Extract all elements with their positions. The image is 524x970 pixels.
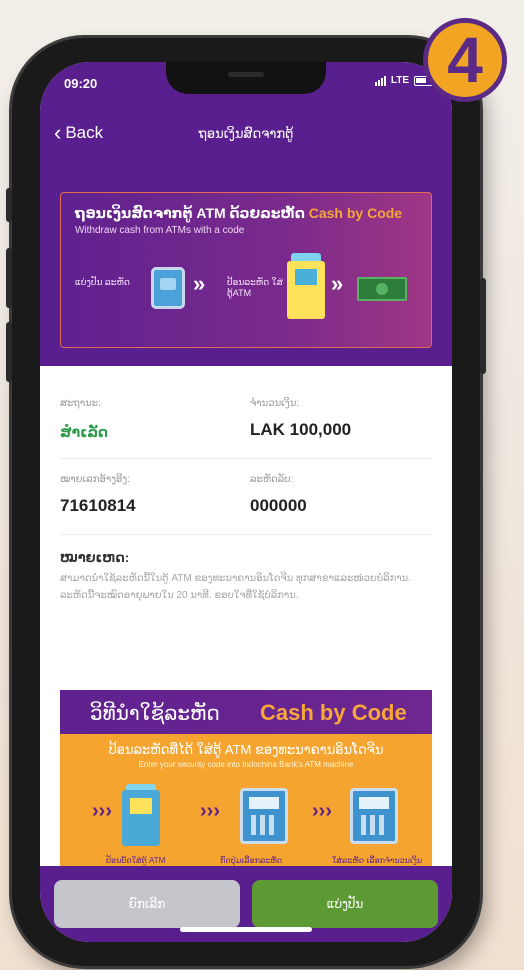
double-chevron-right-icon: » xyxy=(331,271,344,296)
banner-subtitle: Withdraw cash from ATMs with a code xyxy=(75,225,245,236)
how-to-use-guide: ວິທີນຳໃຊ້ລະຫັດ Cash by Code ປ້ອນລະຫັດທີ່… xyxy=(60,690,432,870)
phone-silent-switch xyxy=(6,188,12,222)
phone-volume-down-button xyxy=(6,322,12,382)
phone-power-button xyxy=(480,278,486,374)
atm-keypad-icon xyxy=(350,788,398,844)
banner-title-lao: ຖອນເງິນສົດຈາກຕູ້ ATM ດ້ວຍລະຫັດ xyxy=(75,205,305,221)
nav-bar: ‹ Back ຖອນເງິນສົດຈາກຕູ້ xyxy=(40,116,452,156)
guide-caption-enter-amount: ໃສ່ລະຫັດ ເລືອກຈຳນວນເງິນ xyxy=(332,856,423,865)
phone-notch xyxy=(166,62,326,94)
reference-label: ໝາຍເລກອ້າງອີງ: xyxy=(60,474,130,485)
secret-code-value: 000000 xyxy=(250,496,307,515)
cash-by-code-banner: ຖອນເງິນສົດຈາກຕູ້ ATM ດ້ວຍລະຫັດ Cash by C… xyxy=(60,192,432,348)
guide-instruction-lao: ປ້ອນລະຫັດທີ່ໄດ້ ໃສ່ຕູ້ ATM ຂອງທະນາຄານອິນ… xyxy=(108,742,384,757)
amount-label: ຈຳນວນເງິນ: xyxy=(250,398,300,409)
share-button[interactable]: ແບ່ງປັນ xyxy=(252,880,438,928)
cash-icon xyxy=(357,277,407,301)
reference-value: 71610814 xyxy=(60,496,136,515)
triple-chevron-right-icon: ››› xyxy=(200,800,220,822)
banner-title: ຖອນເງິນສົດຈາກຕູ້ ATM ດ້ວຍລະຫັດ Cash by C… xyxy=(75,205,402,222)
atm-screen-icon xyxy=(240,788,288,844)
amount-value: LAK 100,000 xyxy=(250,420,352,439)
status-indicators: LTE xyxy=(374,75,434,86)
triple-chevron-right-icon: ››› xyxy=(92,800,112,822)
status-value: ສຳເລັດ xyxy=(60,424,108,440)
page-title: ຖອນເງິນສົດຈາກຕູ້ xyxy=(198,126,294,141)
status-label: ສະຖານະ: xyxy=(60,398,101,409)
triple-chevron-right-icon: ››› xyxy=(312,800,332,822)
guide-heading: ວິທີນຳໃຊ້ລະຫັດ Cash by Code xyxy=(60,690,432,734)
guide-heading-brand: Cash by Code xyxy=(260,700,407,725)
banner-title-brand: Cash by Code xyxy=(308,205,403,221)
note-title: ໝາຍເຫດ: xyxy=(60,550,130,565)
status-time: 09:20 xyxy=(64,76,98,91)
guide-caption-insert-card: ປ້ອນບັດໃສ່ຕູ້ ATM xyxy=(106,856,166,865)
cancel-button[interactable]: ຍົກເລີກ xyxy=(54,880,240,928)
network-type: LTE xyxy=(390,75,409,86)
atm-icon xyxy=(122,784,160,846)
home-indicator[interactable] xyxy=(180,927,312,932)
atm-icon xyxy=(287,253,325,319)
step-number-badge: 4 xyxy=(423,18,507,102)
divider xyxy=(60,534,432,535)
phone-volume-up-button xyxy=(6,248,12,308)
app-header: 09:20 LTE ‹ Back ຖອນເງິນສົດຈາກຕູ້ ຖອນເງິ… xyxy=(40,62,452,366)
divider xyxy=(60,458,432,459)
guide-instruction-english: Enter your security code into Indochina … xyxy=(138,760,354,769)
bottom-action-bar: ຍົກເລີກ ແບ່ງປັນ xyxy=(40,866,452,942)
phone-frame: 09:20 LTE ‹ Back ຖອນເງິນສົດຈາກຕູ້ ຖອນເງິ… xyxy=(6,38,486,966)
phone-screen: 09:20 LTE ‹ Back ຖອນເງິນສົດຈາກຕູ້ ຖອນເງິ… xyxy=(40,62,452,942)
guide-heading-lao: ວິທີນຳໃຊ້ລະຫັດ xyxy=(90,703,220,725)
double-chevron-right-icon: » xyxy=(193,271,206,296)
guide-caption-select-code: ກົດປຸ່ມເລືອກລະຫັດ xyxy=(220,856,283,865)
smartphone-icon xyxy=(151,267,185,309)
banner-step-share-code: ແບ່ງປັນ ລະຫັດ xyxy=(75,277,130,287)
code-label: ລະຫັດລັບ: xyxy=(250,474,294,485)
signal-icon xyxy=(374,75,386,86)
banner-step-enter-code: ປ້ອນລະຫັດ ໃສ່ຕູ້ATM xyxy=(227,277,283,298)
note-text: ສາມາດນຳໃຊ້ລະຫັດນີ້ໃນຕູ້ ATM ຂອງທະນາຄານອິ… xyxy=(60,573,412,601)
